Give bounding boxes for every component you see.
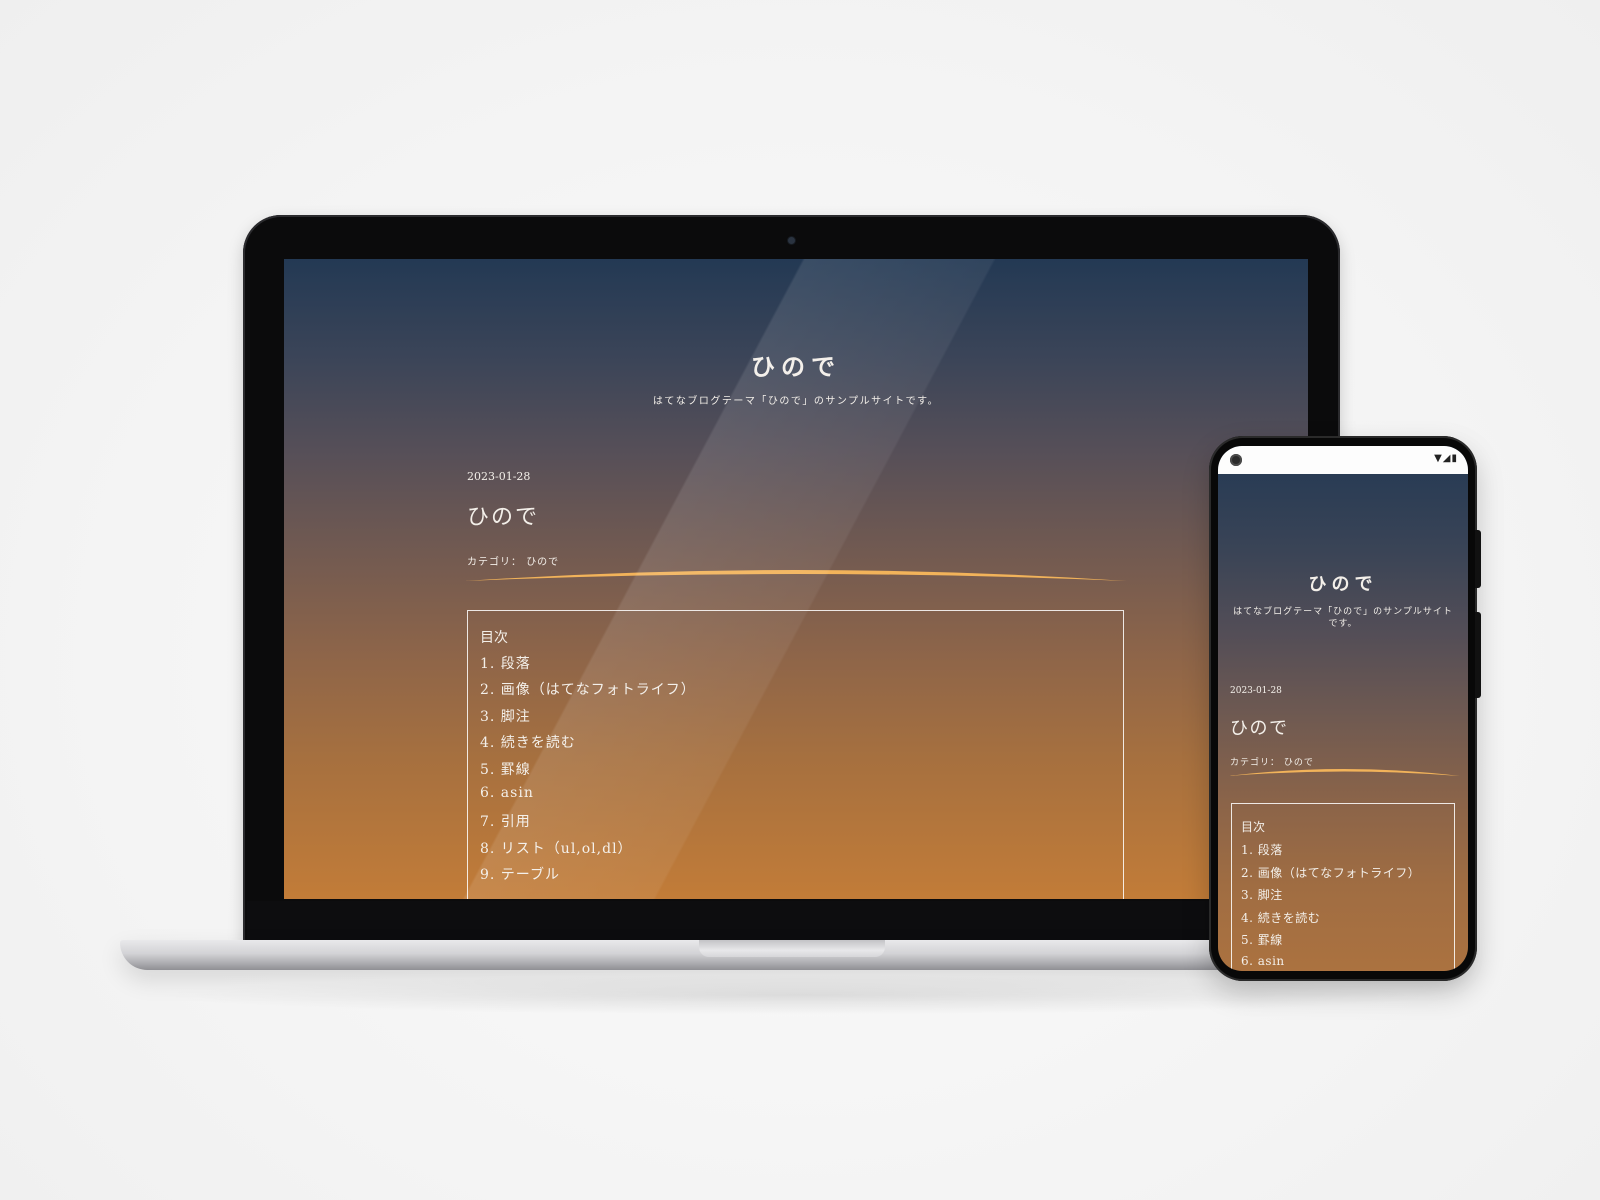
post-date[interactable]: 2023-01-28 xyxy=(467,470,530,483)
post-title[interactable]: ひので xyxy=(467,499,539,531)
status-icons: ▼◢▮ xyxy=(1434,453,1458,464)
phone-volume-button xyxy=(1475,612,1481,698)
mobile-toc-item[interactable]: 4. 続きを読む xyxy=(1241,909,1445,932)
toc-item[interactable]: 3. 脚注 xyxy=(480,706,1111,732)
toc-item[interactable]: 1. 段落 xyxy=(480,653,1111,679)
toc-item[interactable]: 6. asin xyxy=(480,785,1111,811)
sunrise-divider xyxy=(465,570,1127,581)
laptop-camera-icon xyxy=(788,237,795,244)
mobile-toc-item[interactable]: 2. 画像（はてなフォトライフ） xyxy=(1241,864,1445,887)
laptop-chin xyxy=(247,901,1336,941)
toc-item[interactable]: 4. 続きを読む xyxy=(480,732,1111,758)
sunrise-arc xyxy=(465,570,1127,581)
toc-item[interactable]: 5. 罫線 xyxy=(480,759,1111,785)
blog-page: ひので はてなブログテーマ「ひので」のサンプルサイトです。 2023-01-28… xyxy=(284,259,1308,899)
mobile-sunrise-divider xyxy=(1228,769,1460,776)
toc-item[interactable]: 7. 引用 xyxy=(480,811,1111,837)
mobile-blog-page: ひので はてなブログテーマ「ひので」のサンプルサイトです。 2023-01-28… xyxy=(1218,446,1468,971)
site-title[interactable]: ひので xyxy=(284,347,1308,382)
mobile-toc-heading: 目次 xyxy=(1241,820,1266,834)
toc-heading: 目次 xyxy=(480,630,508,646)
table-of-contents: 目次 1. 段落 2. 画像（はてなフォトライフ） 3. 脚注 4. 続きを読む… xyxy=(467,610,1124,899)
toc-item[interactable]: 9. テーブル xyxy=(480,864,1111,890)
toc-item[interactable]: 2. 画像（はてなフォトライフ） xyxy=(480,679,1111,705)
mobile-toc-item[interactable]: 1. 段落 xyxy=(1241,841,1445,864)
laptop-hinge-notch xyxy=(699,940,885,957)
site-description: はてなブログテーマ「ひので」のサンプルサイトです。 xyxy=(652,396,940,407)
mobile-post-date[interactable]: 2023-01-28 xyxy=(1230,686,1282,696)
mobile-table-of-contents: 目次 1. 段落 2. 画像（はてなフォトライフ） 3. 脚注 4. 続きを読む… xyxy=(1231,803,1455,971)
mockup-stage: ひので はてなブログテーマ「ひので」のサンプルサイトです。 2023-01-28… xyxy=(0,0,1600,1200)
mobile-site-description: はてなブログテーマ「ひので」のサンプルサイトです。 xyxy=(1233,607,1453,629)
phone-status-bar: ▼◢▮ xyxy=(1218,446,1468,474)
laptop-shadow xyxy=(150,975,1450,1015)
mobile-toc-item[interactable]: 6. asin xyxy=(1241,954,1445,972)
mobile-toc-item[interactable]: 5. 罫線 xyxy=(1241,931,1445,954)
phone-screen: ひので はてなブログテーマ「ひので」のサンプルサイトです。 2023-01-28… xyxy=(1218,446,1468,971)
mobile-site-title[interactable]: ひので xyxy=(1218,570,1468,596)
laptop-screen: ひので はてなブログテーマ「ひので」のサンプルサイトです。 2023-01-28… xyxy=(284,259,1308,899)
front-camera-icon xyxy=(1230,454,1242,466)
toc-item[interactable]: 8. リスト（ul,ol,dl） xyxy=(480,838,1111,864)
phone-side-button xyxy=(1475,530,1481,588)
mobile-post-title[interactable]: ひので xyxy=(1230,714,1289,740)
mobile-sunrise-arc xyxy=(1228,769,1460,776)
mobile-toc-item[interactable]: 3. 脚注 xyxy=(1241,886,1445,909)
